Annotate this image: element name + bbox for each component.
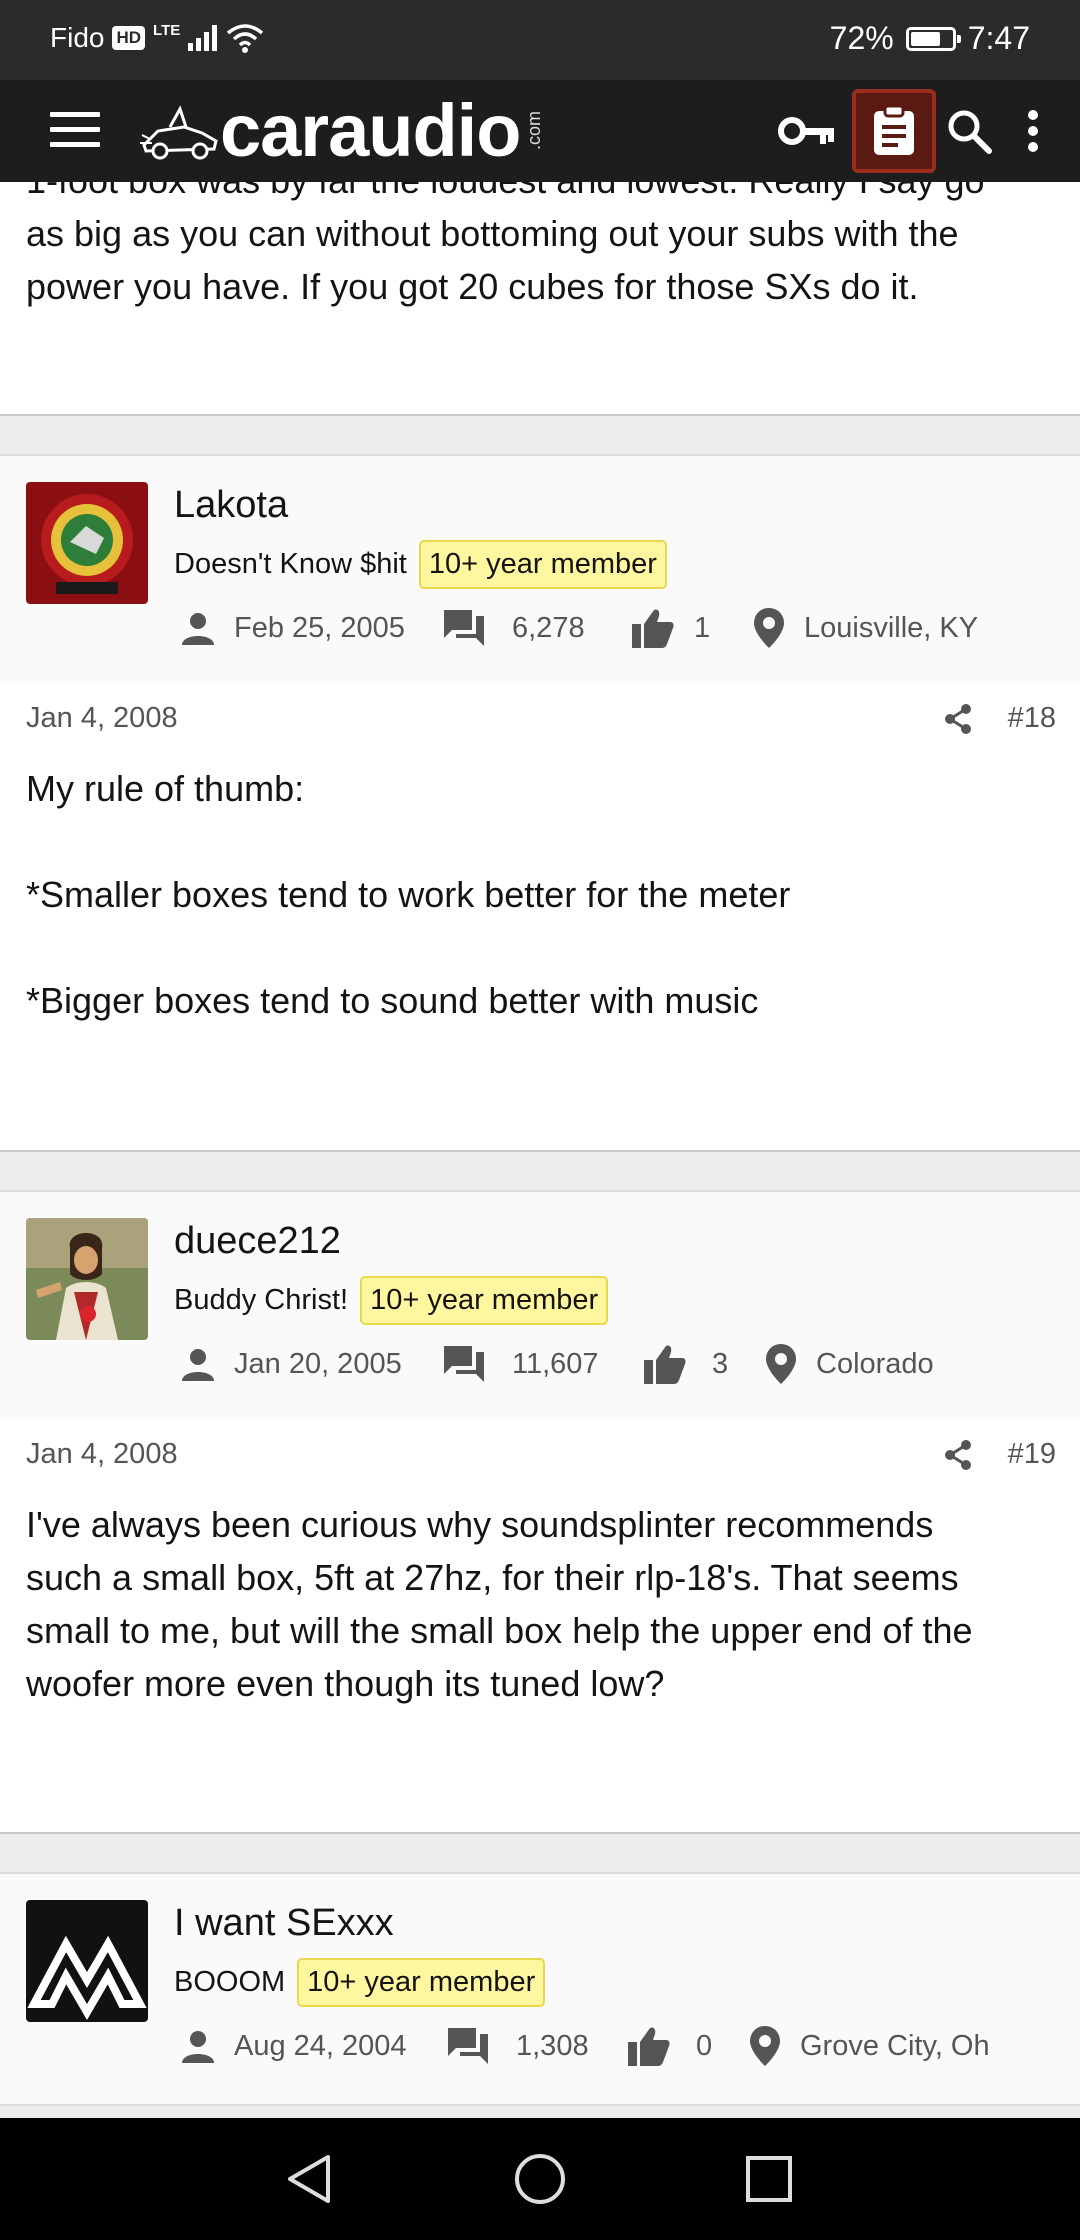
user-icon [168, 611, 228, 645]
user-title-row: BOOOM 10+ year member [174, 1958, 546, 2007]
post-body-line: as big as you can without bottoming out … [26, 213, 959, 254]
location-text: Grove City, Oh [800, 2029, 990, 2062]
signal-icon [188, 25, 218, 51]
battery-icon [905, 26, 961, 51]
recents-icon[interactable] [736, 2146, 802, 2212]
search-icon[interactable] [936, 98, 1002, 164]
system-nav-bar [0, 2118, 1080, 2240]
user-block: I want SExxx BOOOM 10+ year member Aug 2… [0, 1872, 1080, 2106]
post-date[interactable]: Jan 4, 2008 [26, 702, 178, 735]
status-right: 72% 7:47 [830, 20, 1030, 57]
post-card: Jan 4, 2008 #18 My rule of thumb: *Small… [0, 684, 1080, 1150]
user-title-row: Doesn't Know $hit 10+ year member [174, 540, 667, 589]
post-header: Jan 4, 2008 #19 [26, 1438, 1056, 1471]
clipboard-icon[interactable] [852, 89, 936, 173]
location-text: Louisville, KY [804, 611, 979, 644]
post-card: Jan 4, 2008 #19 I've always been curious… [0, 1420, 1080, 1832]
post-header: Jan 4, 2008 #18 [26, 702, 1056, 735]
username[interactable]: duece212 [174, 1220, 341, 1263]
thumbs-up-icon [628, 2026, 672, 2066]
post-body-line: *Bigger boxes tend to sound better with … [26, 980, 759, 1021]
messages-icon [448, 2028, 490, 2064]
reaction-count: 0 [696, 2029, 713, 2062]
app-header: caraudio .com [0, 80, 1080, 182]
post-number[interactable]: #18 [1008, 702, 1056, 735]
post-body-line: *Smaller boxes tend to work better for t… [26, 874, 791, 915]
post-body-line: woofer more even though its tuned low? [26, 1663, 665, 1704]
message-count: 11,607 [512, 1347, 599, 1380]
key-icon[interactable] [774, 98, 840, 164]
post-body-line: small to me, but will the small box help… [26, 1610, 973, 1651]
user-icon [168, 1347, 228, 1381]
post-body: My rule of thumb: *Smaller boxes tend to… [26, 762, 1056, 1027]
post-body-line: such a small box, 5ft at 27hz, for their… [26, 1557, 959, 1598]
logo-suffix: .com [524, 111, 545, 151]
messages-icon [444, 610, 486, 646]
user-block: duece212 Buddy Christ! 10+ year member J… [0, 1190, 1080, 1422]
user-meta: Aug 24, 2004 1,308 0 Grove City, Oh [168, 2026, 990, 2066]
car-logo-icon [140, 105, 218, 160]
join-date: Feb 25, 2005 [234, 611, 405, 644]
divider [0, 414, 1080, 416]
member-badge: 10+ year member [360, 1276, 609, 1325]
site-logo[interactable]: caraudio .com [140, 90, 545, 172]
post-card: 1-foot box was by far the loudest and lo… [0, 160, 1080, 414]
wifi-icon [227, 24, 264, 53]
battery-fill [910, 31, 940, 46]
share-icon[interactable] [944, 1439, 972, 1470]
avatar[interactable] [26, 1900, 148, 2022]
post-body-line: My rule of thumb: [26, 768, 305, 809]
status-bar: Fido HD LTE 72% 7:47 [0, 0, 1080, 80]
divider [0, 1150, 1080, 1152]
post-body-line: I've always been curious why soundsplint… [26, 1504, 934, 1545]
join-date: Jan 20, 2005 [234, 1347, 402, 1380]
battery-percent: 72% [829, 20, 894, 56]
messages-icon [444, 1346, 486, 1382]
join-date: Aug 24, 2004 [234, 2029, 407, 2062]
thumbs-up-icon [632, 608, 676, 648]
user-icon [168, 2029, 228, 2063]
post-body: I've always been curious why soundsplint… [26, 1498, 1066, 1710]
status-left: Fido HD LTE [50, 22, 264, 54]
avatar[interactable] [26, 1218, 148, 1340]
post-body-line: power you have. If you got 20 cubes for … [26, 266, 919, 307]
divider [0, 1832, 1080, 1834]
clock: 7:47 [967, 20, 1030, 56]
more-vert-icon[interactable] [1000, 98, 1066, 164]
user-meta: Feb 25, 2005 6,278 1 Louisville, KY [168, 608, 978, 648]
home-icon[interactable] [507, 2146, 573, 2212]
location-icon [750, 2026, 784, 2066]
post-number[interactable]: #19 [1008, 1438, 1056, 1471]
menu-icon[interactable] [50, 112, 100, 150]
message-count: 6,278 [512, 611, 585, 644]
avatar[interactable] [26, 482, 148, 604]
member-badge: 10+ year member [297, 1958, 546, 2007]
hd-badge: HD [112, 26, 146, 50]
location-icon [766, 1344, 800, 1384]
lte-label: LTE [153, 22, 181, 39]
carrier-name: Fido [50, 22, 105, 53]
member-badge: 10+ year member [418, 540, 667, 589]
thumbs-up-icon [644, 1344, 688, 1384]
user-block: Lakota Doesn't Know $hit 10+ year member… [0, 454, 1080, 686]
user-title-row: Buddy Christ! 10+ year member [174, 1276, 609, 1325]
username[interactable]: Lakota [174, 484, 288, 527]
username[interactable]: I want SExxx [174, 1902, 394, 1945]
message-count: 1,308 [516, 2029, 589, 2062]
user-title: Doesn't Know $hit [174, 548, 407, 580]
user-meta: Jan 20, 2005 11,607 3 Colorado [168, 1344, 934, 1384]
reaction-count: 1 [694, 611, 711, 644]
logo-text: caraudio [220, 89, 521, 172]
post-date[interactable]: Jan 4, 2008 [26, 1438, 178, 1471]
back-icon[interactable] [276, 2146, 342, 2212]
user-title: Buddy Christ! [174, 1284, 349, 1316]
reaction-count: 3 [712, 1347, 729, 1380]
location-text: Colorado [816, 1347, 934, 1380]
user-title: BOOOM [174, 1966, 286, 1998]
location-icon [754, 608, 788, 648]
share-icon[interactable] [944, 703, 972, 734]
